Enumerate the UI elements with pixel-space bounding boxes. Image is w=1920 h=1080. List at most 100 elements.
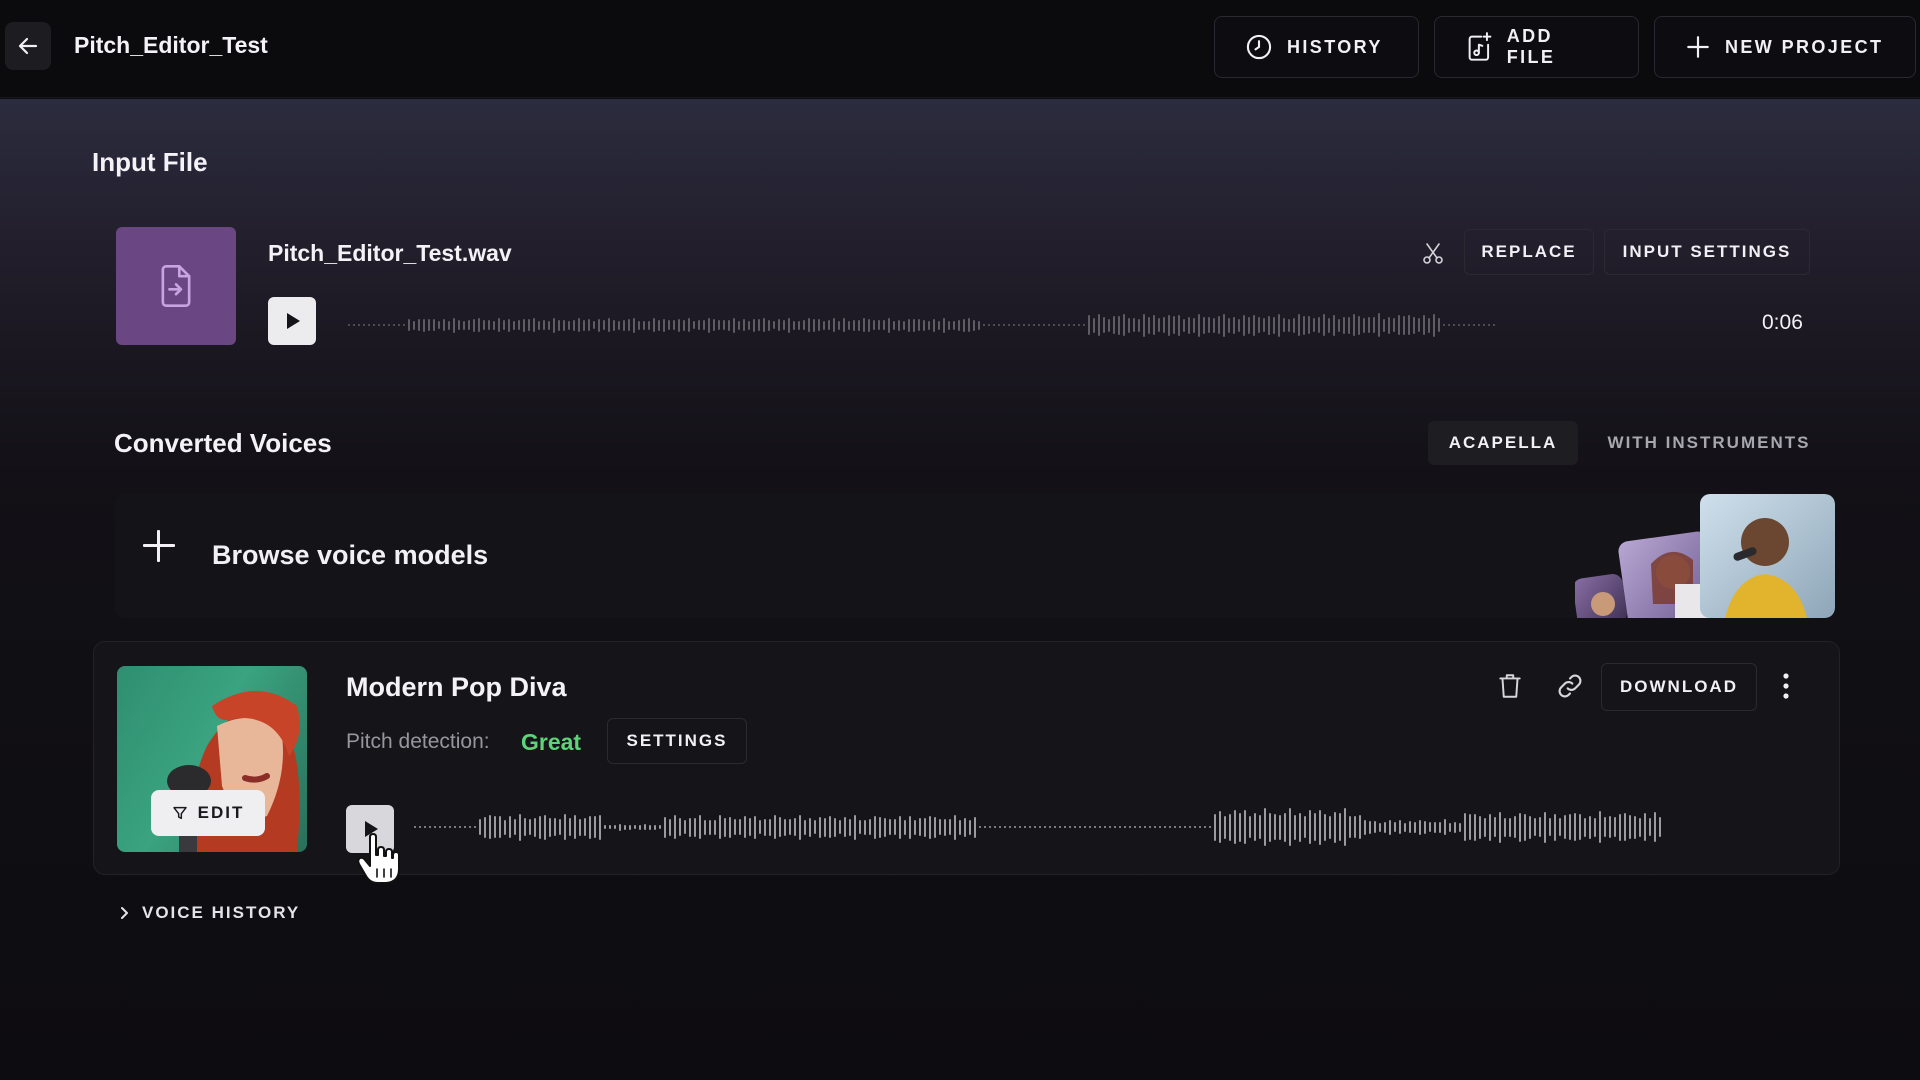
waveform-bar bbox=[1113, 316, 1115, 334]
waveform-bar bbox=[899, 815, 901, 839]
waveform-bar bbox=[449, 826, 451, 828]
new-project-button[interactable]: NEW PROJECT bbox=[1654, 16, 1916, 78]
waveform-bar bbox=[538, 320, 540, 330]
waveform-bar bbox=[563, 319, 565, 331]
waveform-bar bbox=[1138, 318, 1140, 332]
waveform-bar bbox=[1359, 815, 1361, 839]
tab-with-instruments[interactable]: WITH INSTRUMENTS bbox=[1580, 421, 1838, 465]
waveform-bar bbox=[423, 318, 425, 332]
waveform-bar bbox=[1343, 316, 1345, 334]
waveform-bar bbox=[1023, 324, 1025, 326]
waveform-bar bbox=[1073, 324, 1075, 326]
waveform-bar bbox=[1293, 317, 1295, 333]
waveform-bar bbox=[839, 820, 841, 834]
waveform-bar bbox=[439, 826, 441, 828]
waveform-bar bbox=[388, 324, 390, 326]
waveform-bar bbox=[1319, 809, 1321, 845]
waveform-bar bbox=[1139, 826, 1141, 828]
chevron-right-icon bbox=[121, 907, 128, 919]
waveform-bar bbox=[663, 318, 665, 332]
download-button[interactable]: DOWNLOAD bbox=[1601, 663, 1757, 711]
waveform-bar bbox=[1368, 317, 1370, 333]
waveform-bar bbox=[464, 826, 466, 828]
waveform-bar bbox=[564, 814, 566, 840]
waveform-bar bbox=[604, 825, 606, 829]
waveform-bar bbox=[1509, 817, 1511, 837]
waveform-bar bbox=[1213, 317, 1215, 333]
waveform-bar bbox=[693, 321, 695, 329]
waveform-bar bbox=[933, 318, 935, 332]
waveform-bar bbox=[1019, 826, 1021, 828]
history-button[interactable]: HISTORY bbox=[1214, 16, 1419, 78]
waveform-bar bbox=[1198, 313, 1200, 337]
waveform-bar bbox=[1444, 819, 1446, 835]
waveform-bar bbox=[508, 318, 510, 332]
waveform-bar bbox=[603, 320, 605, 330]
waveform-bar bbox=[523, 318, 525, 332]
waveform-bar bbox=[1413, 316, 1415, 334]
waveform-bar bbox=[1214, 813, 1216, 841]
waveform-bar bbox=[873, 320, 875, 330]
trim-button[interactable] bbox=[1416, 236, 1450, 270]
input-settings-button[interactable]: INPUT SETTINGS bbox=[1604, 229, 1810, 275]
voice-history-toggle[interactable]: VOICE HISTORY bbox=[118, 903, 300, 923]
waveform-bar bbox=[1473, 324, 1475, 326]
waveform-bar bbox=[723, 320, 725, 330]
plus-icon bbox=[143, 530, 175, 562]
waveform-bar bbox=[1089, 826, 1091, 828]
input-waveform[interactable] bbox=[348, 305, 1728, 345]
waveform-bar bbox=[1169, 826, 1171, 828]
copy-link-button[interactable] bbox=[1550, 664, 1590, 708]
waveform-bar bbox=[1063, 324, 1065, 326]
waveform-bar bbox=[1003, 324, 1005, 326]
back-button[interactable] bbox=[5, 22, 51, 70]
waveform-bar bbox=[1269, 812, 1271, 842]
waveform-bar bbox=[1309, 810, 1311, 844]
waveform-bar bbox=[1058, 324, 1060, 326]
replace-button[interactable]: REPLACE bbox=[1464, 229, 1594, 275]
waveform-bar bbox=[1204, 826, 1206, 828]
waveform-bar bbox=[954, 814, 956, 840]
edit-button[interactable]: EDIT bbox=[151, 790, 265, 836]
tab-acapella[interactable]: ACAPELLA bbox=[1428, 421, 1578, 465]
waveform-bar bbox=[748, 320, 750, 330]
waveform-bar bbox=[729, 816, 731, 838]
add-file-button[interactable]: ADD FILE bbox=[1434, 16, 1639, 78]
more-options-button[interactable] bbox=[1770, 664, 1802, 708]
waveform-bar bbox=[1428, 317, 1430, 333]
waveform-bar bbox=[1044, 826, 1046, 828]
waveform-bar bbox=[1418, 318, 1420, 332]
waveform-bar bbox=[1318, 317, 1320, 333]
waveform-bar bbox=[948, 320, 950, 330]
browse-voice-models-card[interactable]: Browse voice models bbox=[115, 494, 1835, 618]
waveform-bar bbox=[434, 826, 436, 828]
waveform-bar bbox=[1614, 817, 1616, 837]
waveform-bar bbox=[1604, 817, 1606, 837]
waveform-bar bbox=[968, 318, 970, 332]
waveform-bar bbox=[629, 824, 631, 830]
voice-settings-button[interactable]: SETTINGS bbox=[607, 718, 747, 764]
waveform-bar bbox=[703, 320, 705, 330]
voice-waveform[interactable] bbox=[414, 802, 1814, 852]
input-play-button[interactable] bbox=[268, 297, 316, 345]
waveform-bar bbox=[649, 824, 651, 830]
waveform-bar bbox=[1534, 818, 1536, 836]
waveform-bar bbox=[1159, 826, 1161, 828]
waveform-bar bbox=[1529, 815, 1531, 839]
waveform-bar bbox=[1274, 814, 1276, 840]
waveform-bar bbox=[1519, 812, 1521, 842]
waveform-bar bbox=[373, 324, 375, 326]
waveform-bar bbox=[1303, 315, 1305, 335]
waveform-bar bbox=[418, 319, 420, 331]
waveform-bar bbox=[1069, 826, 1071, 828]
waveform-bar bbox=[814, 820, 816, 834]
delete-button[interactable] bbox=[1490, 664, 1530, 708]
waveform-bar bbox=[1544, 811, 1546, 843]
waveform-bar bbox=[1378, 313, 1380, 337]
waveform-bar bbox=[1474, 813, 1476, 841]
waveform-bar bbox=[479, 819, 481, 835]
waveform-bar bbox=[438, 321, 440, 329]
waveform-bar bbox=[398, 324, 400, 326]
waveform-bar bbox=[1088, 315, 1090, 335]
waveform-bar bbox=[403, 324, 405, 326]
